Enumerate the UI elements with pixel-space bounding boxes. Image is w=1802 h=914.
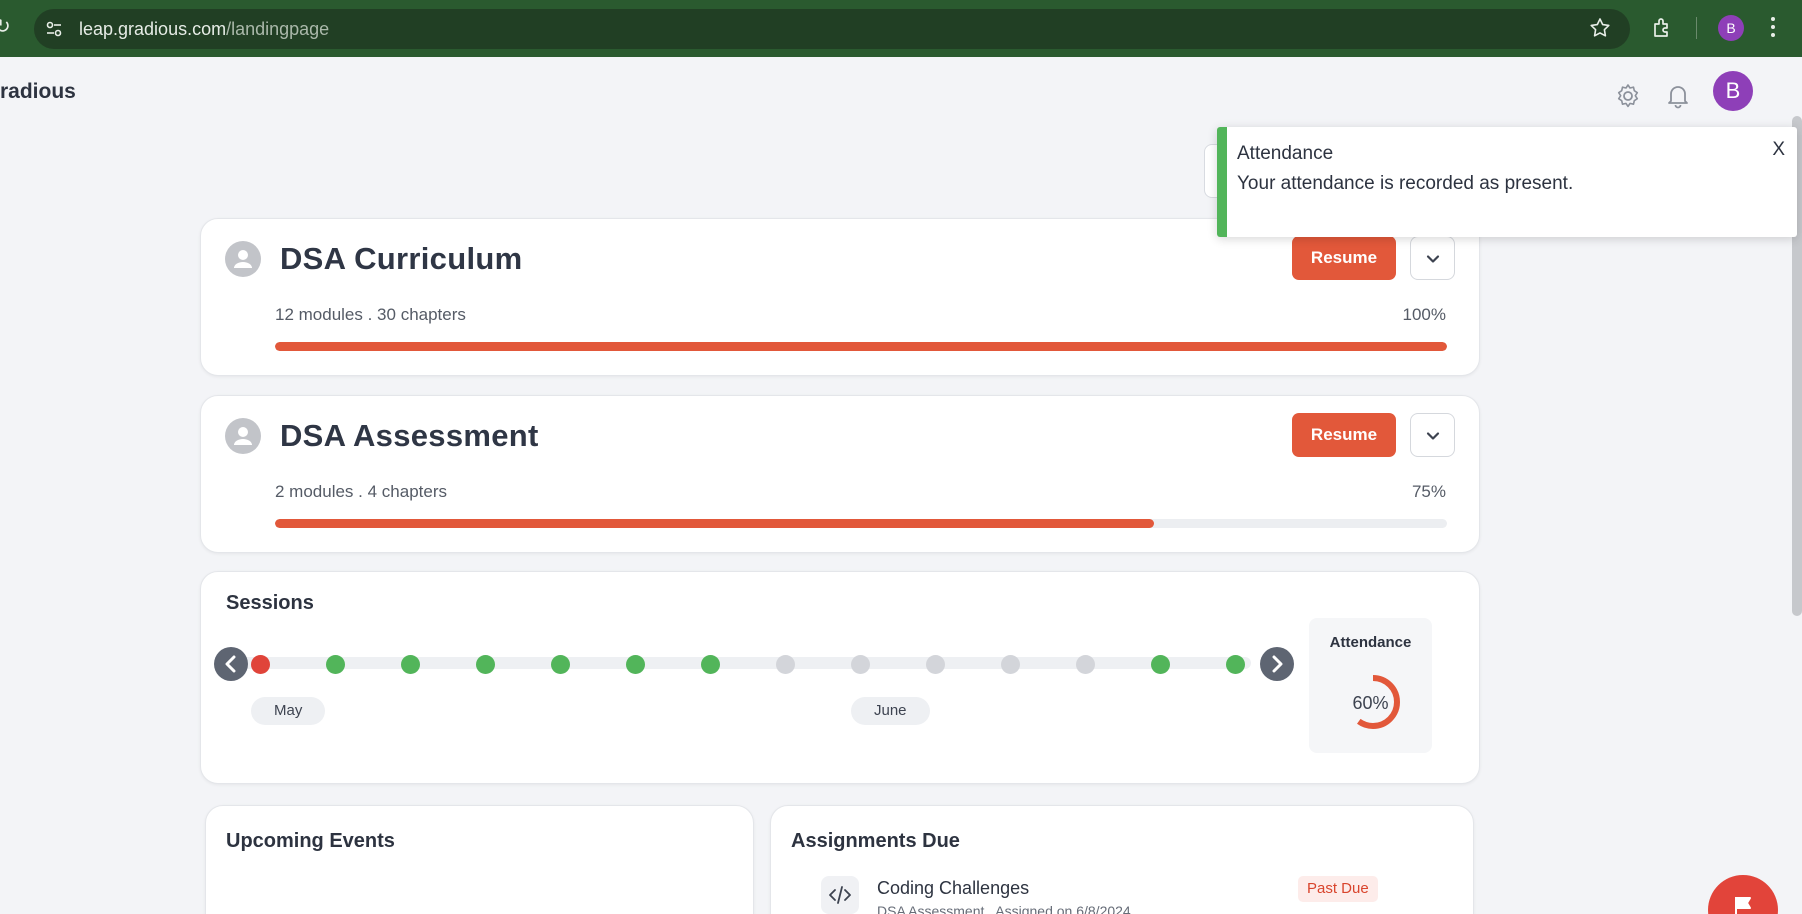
upcoming-events-card: Upcoming Events (205, 805, 754, 914)
sessions-title: Sessions (226, 592, 314, 614)
course-percent: 100% (1402, 305, 1446, 324)
assignment-name[interactable]: Coding Challenges (877, 878, 1029, 899)
status-badge: Past Due (1298, 876, 1378, 902)
course-progress-fill (275, 519, 1154, 528)
session-dot-none[interactable] (851, 655, 870, 674)
toast-title: Attendance (1237, 143, 1334, 164)
toast-accent-bar (1217, 127, 1227, 237)
bookmark-star-icon[interactable] (1588, 16, 1612, 40)
session-dot-present[interactable] (701, 655, 720, 674)
session-dot-none[interactable] (1076, 655, 1095, 674)
course-user-icon (225, 241, 261, 277)
upcoming-events-title: Upcoming Events (226, 830, 395, 852)
course-card: DSA Curriculum Resume 12 modules . 30 ch… (200, 218, 1480, 376)
course-meta: 12 modules . 30 chapters (275, 305, 466, 324)
toolbar-divider (1696, 17, 1697, 39)
session-dot-present[interactable] (476, 655, 495, 674)
url-path: /landingpage (226, 19, 330, 39)
site-settings-icon[interactable] (44, 19, 64, 39)
course-progress-bar (275, 342, 1447, 351)
course-user-icon (225, 418, 261, 454)
sessions-prev-button[interactable] (214, 647, 248, 681)
browser-toolbar: ↻ leap.gradious.com/landingpage B (0, 0, 1802, 57)
url-host: leap.gradious.com (79, 19, 227, 39)
session-dot-present[interactable] (551, 655, 570, 674)
expand-button[interactable] (1410, 236, 1455, 280)
course-progress-fill (275, 342, 1447, 351)
code-icon (821, 876, 859, 914)
session-dot-present[interactable] (1151, 655, 1170, 674)
chevron-right-icon (1272, 655, 1283, 673)
course-card: DSA Assessment Resume 2 modules . 4 chap… (200, 395, 1480, 553)
browser-profile-avatar[interactable]: B (1718, 15, 1744, 41)
attendance-toast: Attendance Your attendance is recorded a… (1217, 127, 1797, 237)
flag-icon (1735, 897, 1751, 914)
resume-button[interactable]: Resume (1292, 413, 1396, 457)
user-avatar[interactable]: B (1713, 71, 1753, 111)
session-dot-present[interactable] (326, 655, 345, 674)
sessions-card: Sessions May June Attendance 60% (200, 571, 1480, 784)
attendance-label: Attendance (1329, 634, 1412, 651)
chevron-down-icon (1426, 432, 1440, 440)
chevron-down-icon (1426, 255, 1440, 263)
course-meta: 2 modules . 4 chapters (275, 482, 447, 501)
session-dot-none[interactable] (1001, 655, 1020, 674)
month-label: June (851, 697, 930, 725)
session-dot-absent[interactable] (251, 655, 270, 674)
session-dot-present[interactable] (626, 655, 645, 674)
sessions-timeline (241, 657, 1251, 669)
assignments-due-title: Assignments Due (791, 830, 960, 852)
month-label: May (251, 697, 326, 725)
session-dot-present[interactable] (1226, 655, 1245, 674)
resume-button[interactable]: Resume (1292, 236, 1396, 280)
brand-name[interactable]: radious (0, 80, 76, 104)
address-bar[interactable]: leap.gradious.com/landingpage (34, 9, 1630, 49)
assignment-details: DSA Assessment . Assigned on 6/8/2024 (877, 903, 1131, 914)
browser-menu-icon[interactable] (1770, 15, 1776, 39)
settings-gear-icon[interactable] (1614, 82, 1642, 110)
expand-button[interactable] (1410, 413, 1455, 457)
reload-icon[interactable]: ↻ (0, 14, 11, 39)
session-dot-none[interactable] (776, 655, 795, 674)
attendance-percent: 60% (1352, 693, 1389, 713)
report-flag-button[interactable] (1708, 875, 1778, 914)
sessions-next-button[interactable] (1260, 647, 1294, 681)
assignments-due-card: Assignments Due Coding Challenges DSA As… (770, 805, 1474, 914)
attendance-summary: Attendance 60% (1309, 618, 1432, 753)
toast-close-button[interactable]: X (1772, 139, 1785, 161)
course-title: DSA Assessment (280, 418, 539, 453)
course-title: DSA Curriculum (280, 241, 523, 276)
session-dot-present[interactable] (401, 655, 420, 674)
extensions-icon[interactable] (1650, 15, 1676, 41)
chevron-left-icon (225, 655, 236, 673)
url-text[interactable]: leap.gradious.com/landingpage (79, 19, 329, 40)
toast-message: Your attendance is recorded as present. (1237, 173, 1574, 194)
course-progress-bar (275, 519, 1447, 528)
course-percent: 75% (1411, 482, 1446, 501)
session-dot-none[interactable] (926, 655, 945, 674)
notification-bell-icon[interactable] (1664, 82, 1692, 110)
